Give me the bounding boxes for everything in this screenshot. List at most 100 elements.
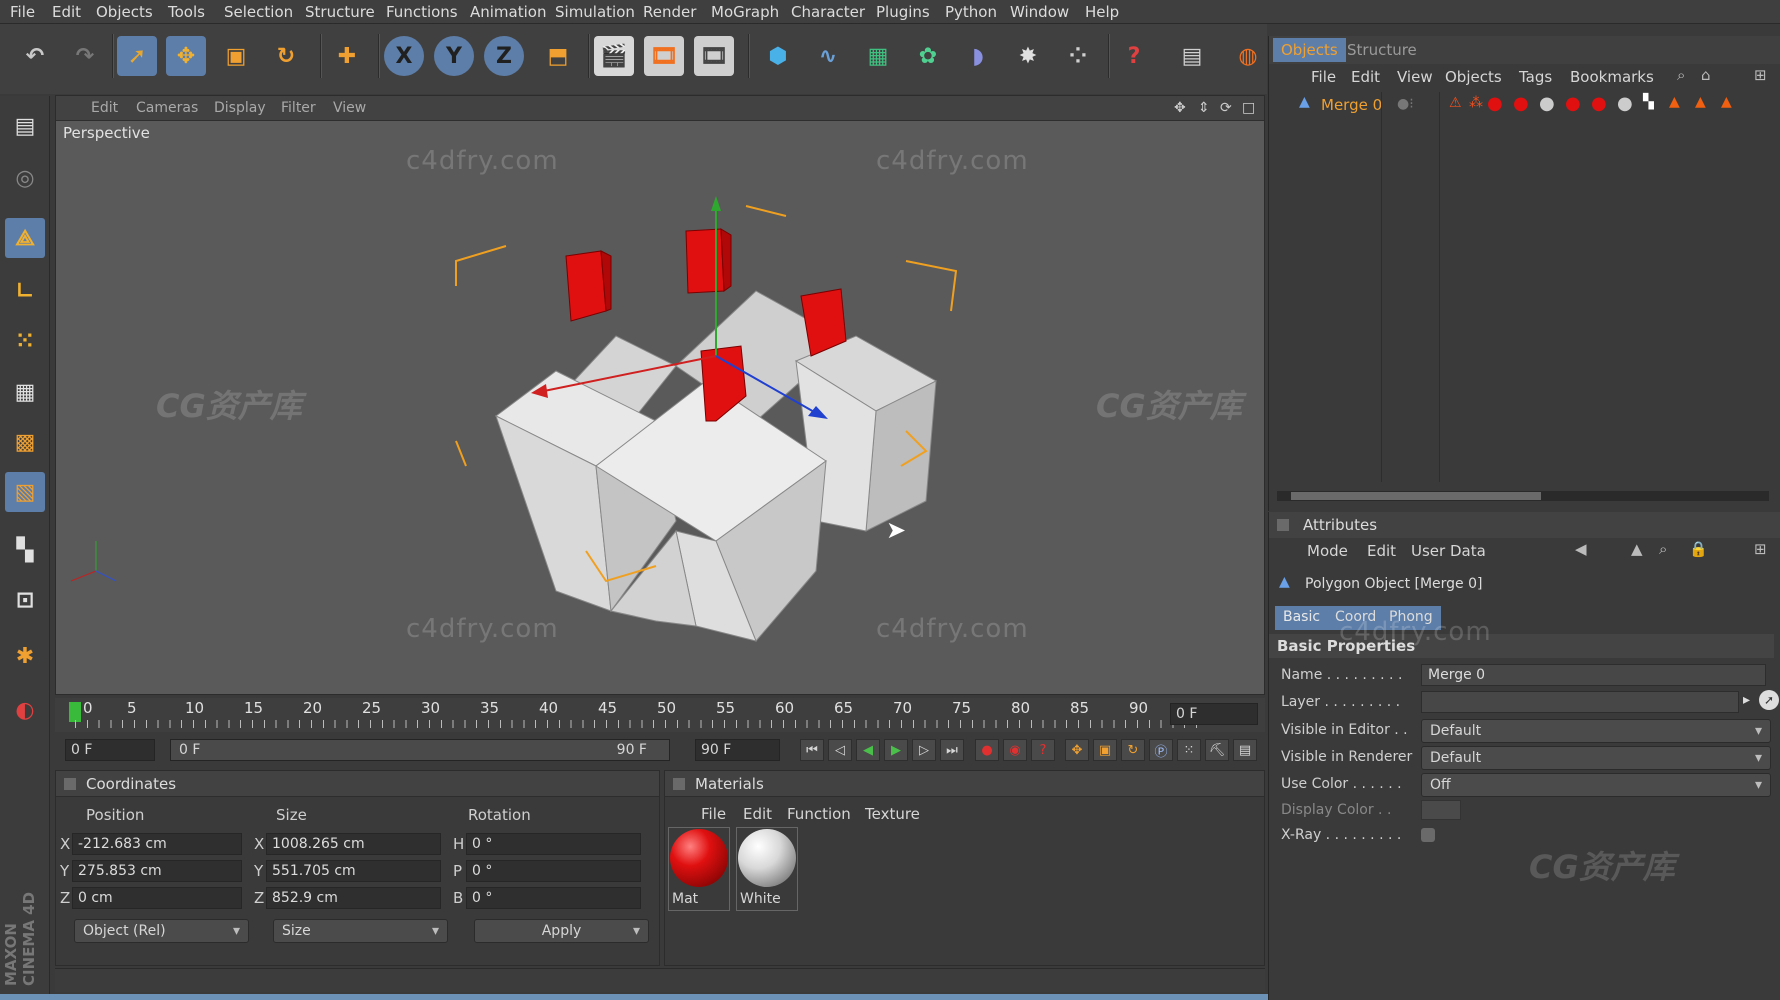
- menu-functions[interactable]: Functions: [386, 3, 458, 21]
- tag-icon[interactable]: ⁂: [1469, 95, 1483, 111]
- timeline[interactable]: 0 5 10 15 20 25 30 35 40 45 50 55 60 65 …: [55, 698, 1265, 732]
- size-y-field[interactable]: 551.705 cm: [266, 860, 441, 882]
- play-backward-icon[interactable]: ◀: [856, 739, 880, 761]
- go-start-icon[interactable]: ⏮: [800, 739, 824, 761]
- z-axis-icon[interactable]: Z: [484, 36, 524, 76]
- new-window-icon[interactable]: ⊞: [1754, 540, 1767, 558]
- menu-simulation[interactable]: Simulation: [555, 3, 635, 21]
- objects-menu-file[interactable]: File: [1311, 68, 1336, 86]
- materials-menu-file[interactable]: File: [701, 805, 726, 823]
- cube-icon[interactable]: ⬢: [758, 36, 798, 76]
- visible-renderer-dropdown[interactable]: Default: [1421, 746, 1771, 770]
- layer-arrow-icon[interactable]: ▸: [1743, 692, 1750, 708]
- objects-scrollbar[interactable]: [1277, 491, 1769, 501]
- record-icon[interactable]: ●: [975, 739, 999, 761]
- texture-mode-icon[interactable]: ▧: [5, 472, 45, 512]
- workplane-icon[interactable]: ⊡: [5, 580, 45, 620]
- attributes-menu-edit[interactable]: Edit: [1367, 542, 1396, 560]
- material-tag-icon[interactable]: ●: [1539, 93, 1555, 114]
- material-mat[interactable]: Mat: [668, 827, 730, 911]
- y-axis-icon[interactable]: Y: [434, 36, 474, 76]
- attributes-menu-mode[interactable]: Mode: [1307, 542, 1348, 560]
- menu-character[interactable]: Character: [791, 3, 865, 21]
- key-scheme-icon[interactable]: ⛏: [1205, 739, 1229, 761]
- display-color-swatch[interactable]: [1421, 800, 1461, 820]
- layout-icon[interactable]: ▤: [1172, 36, 1212, 76]
- help-icon[interactable]: ?: [1114, 36, 1154, 76]
- menu-tools[interactable]: Tools: [168, 3, 205, 21]
- autokey-icon[interactable]: ◉: [1003, 739, 1027, 761]
- spline-icon[interactable]: ∿: [808, 36, 848, 76]
- key-rotate-icon[interactable]: ↻: [1121, 739, 1145, 761]
- material-white[interactable]: White: [736, 827, 798, 911]
- scrollbar-thumb[interactable]: [1291, 492, 1541, 500]
- coordinate-mode-dropdown[interactable]: Object (Rel): [74, 919, 249, 943]
- key-move-icon[interactable]: ✥: [1065, 739, 1089, 761]
- playhead[interactable]: [69, 702, 81, 722]
- go-end-icon[interactable]: ⏭: [940, 739, 964, 761]
- coordinate-system-icon[interactable]: ⬒: [538, 36, 578, 76]
- prev-key-icon[interactable]: ◁: [828, 739, 852, 761]
- checker-tag-icon[interactable]: ▚: [1643, 94, 1654, 110]
- nurbs-icon[interactable]: ▦: [858, 36, 898, 76]
- model-mode-icon[interactable]: ◎: [5, 158, 45, 198]
- objects-menu-objects[interactable]: Objects: [1445, 68, 1502, 86]
- viewport-menu-filter[interactable]: Filter: [281, 100, 316, 116]
- keyframe-help-icon[interactable]: ?: [1031, 739, 1055, 761]
- render-settings-icon[interactable]: 🎞: [694, 36, 734, 76]
- rot-h-field[interactable]: 0 °: [466, 833, 641, 855]
- add-icon[interactable]: ✚: [327, 36, 367, 76]
- materials-menu-edit[interactable]: Edit: [743, 805, 772, 823]
- phong-tag-icon[interactable]: ▲: [1721, 94, 1732, 110]
- material-tag-icon[interactable]: ●: [1617, 93, 1633, 114]
- menu-edit[interactable]: Edit: [52, 3, 81, 21]
- menu-file[interactable]: File: [10, 3, 35, 21]
- pos-z-field[interactable]: 0 cm: [72, 887, 242, 909]
- tag-icon[interactable]: ⚠: [1449, 95, 1462, 111]
- pos-y-field[interactable]: 275.853 cm: [72, 860, 242, 882]
- attributes-menu-user-data[interactable]: User Data: [1411, 542, 1486, 560]
- new-window-icon[interactable]: ⊞: [1754, 66, 1767, 84]
- viewport-menu-edit[interactable]: Edit: [91, 100, 118, 116]
- tab-basic[interactable]: Basic: [1275, 606, 1329, 630]
- menu-animation[interactable]: Animation: [470, 3, 546, 21]
- phong-tag-icon[interactable]: ▲: [1695, 94, 1706, 110]
- viewport-move-icon[interactable]: ✥: [1174, 100, 1186, 116]
- name-field[interactable]: Merge 0: [1421, 664, 1766, 686]
- key-scale-icon[interactable]: ▣: [1093, 739, 1117, 761]
- search-icon[interactable]: ⌕: [1659, 540, 1667, 558]
- polygons-mode-icon[interactable]: ▩: [5, 422, 45, 462]
- key-pla-icon[interactable]: ⁙: [1177, 739, 1201, 761]
- menu-mograph[interactable]: MoGraph: [711, 3, 779, 21]
- visible-editor-dropdown[interactable]: Default: [1421, 719, 1771, 743]
- tab-structure[interactable]: Structure: [1339, 38, 1425, 62]
- menu-python[interactable]: Python: [945, 3, 997, 21]
- size-mode-dropdown[interactable]: Size: [273, 919, 448, 943]
- deformer-icon[interactable]: ◗: [958, 36, 998, 76]
- key-param-icon[interactable]: Ⓟ: [1149, 739, 1173, 761]
- lock-icon[interactable]: 🔒: [1689, 540, 1708, 558]
- points-mode-icon[interactable]: ⁙: [5, 321, 45, 361]
- objects-menu-bookmarks[interactable]: Bookmarks: [1570, 68, 1654, 86]
- pos-x-field[interactable]: -212.683 cm: [72, 833, 242, 855]
- tab-objects[interactable]: Objects: [1273, 38, 1346, 62]
- back-arrow-icon[interactable]: ◀: [1575, 540, 1587, 558]
- live-selection-icon[interactable]: ➚: [117, 36, 157, 76]
- paint-icon[interactable]: ◐: [5, 690, 45, 730]
- x-axis-icon[interactable]: X: [384, 36, 424, 76]
- move-icon[interactable]: ✥: [166, 36, 206, 76]
- material-tag-icon[interactable]: ●: [1591, 93, 1607, 114]
- particles-icon[interactable]: ⁘: [1058, 36, 1098, 76]
- rot-p-field[interactable]: 0 °: [466, 860, 641, 882]
- xray-checkbox[interactable]: [1421, 828, 1435, 842]
- current-frame-field[interactable]: 0 F: [1170, 703, 1258, 725]
- size-x-field[interactable]: 1008.265 cm: [266, 833, 441, 855]
- scale-icon[interactable]: ▣: [216, 36, 256, 76]
- scene-render[interactable]: [56, 121, 1264, 694]
- rot-b-field[interactable]: 0 °: [466, 887, 641, 909]
- snap-icon[interactable]: ✱: [5, 636, 45, 676]
- rotate-icon[interactable]: ↻: [266, 36, 306, 76]
- apply-button[interactable]: Apply: [474, 919, 649, 943]
- size-z-field[interactable]: 852.9 cm: [266, 887, 441, 909]
- visibility-dots-icon[interactable]: ●⁝: [1397, 96, 1414, 112]
